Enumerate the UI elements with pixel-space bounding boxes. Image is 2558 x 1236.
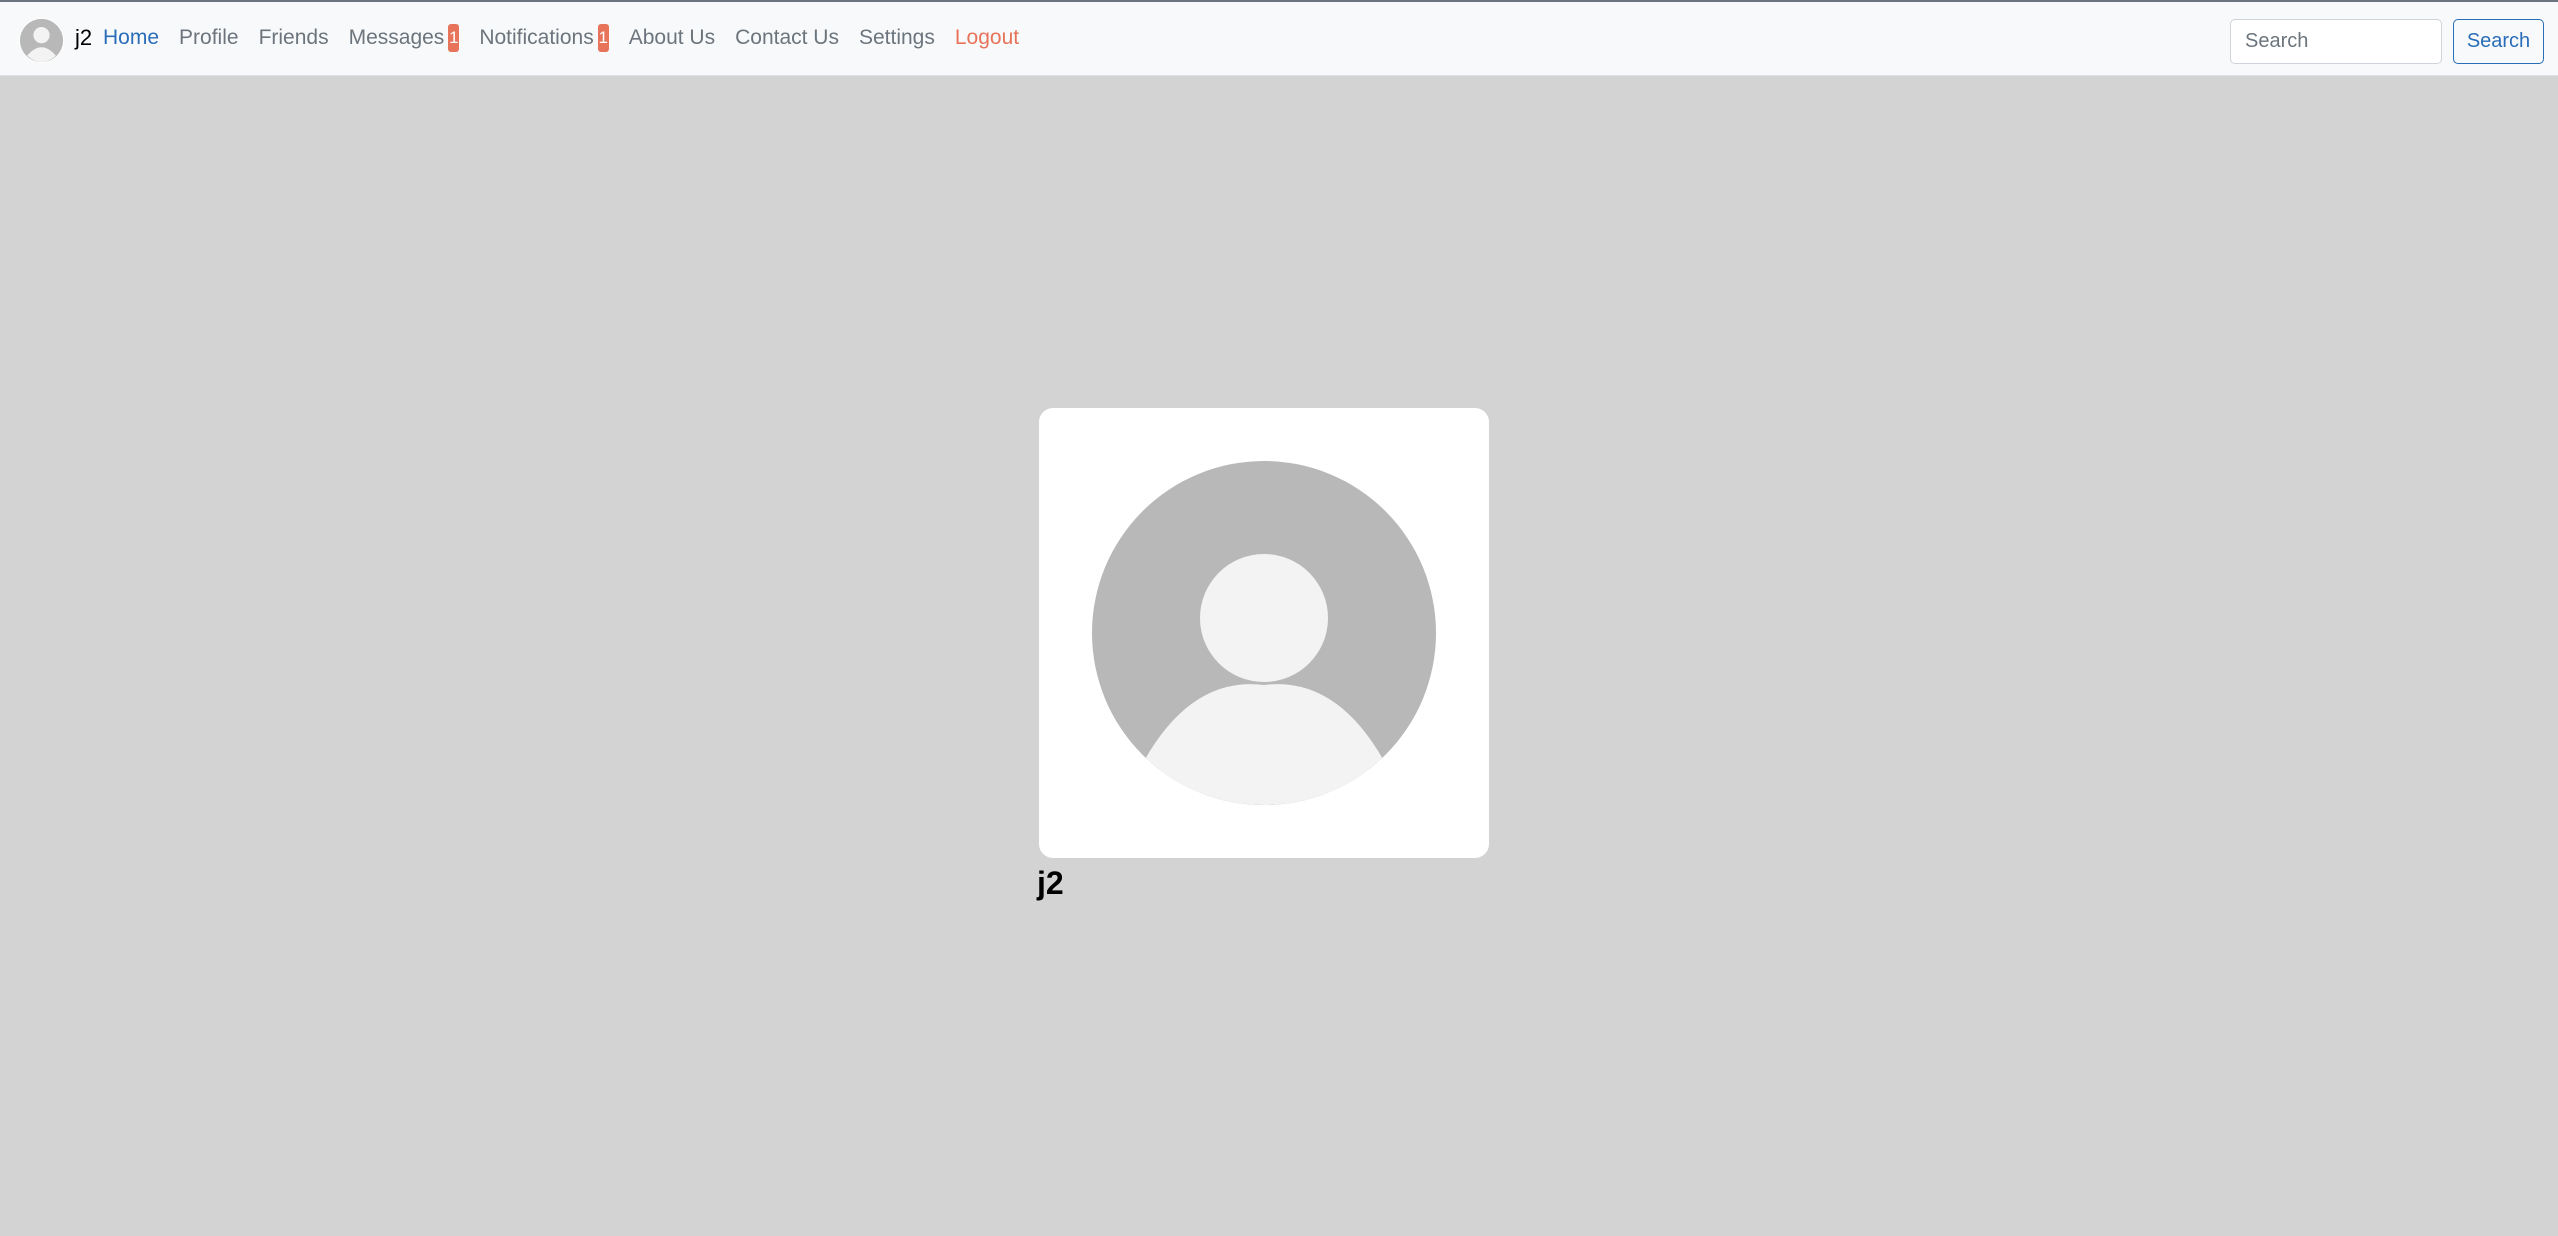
profile-username: j2 bbox=[1037, 865, 1064, 901]
default-user-avatar-icon bbox=[1092, 461, 1436, 805]
nav-contact-link[interactable]: Contact Us bbox=[735, 24, 839, 52]
nav-profile-link[interactable]: Profile bbox=[179, 24, 239, 52]
nav-about-link[interactable]: About Us bbox=[629, 24, 715, 52]
nav-notifications-link[interactable]: Notifications 1 bbox=[479, 24, 609, 52]
notifications-count-badge: 1 bbox=[597, 24, 609, 52]
top-navbar: j2 Home Profile Friends Messages 1 Notifi… bbox=[0, 0, 2558, 76]
nav-notifications-label: Notifications bbox=[479, 26, 594, 49]
search-input[interactable] bbox=[2230, 19, 2442, 64]
nav-settings-label: Settings bbox=[858, 26, 935, 49]
nav-logout-label: Logout bbox=[954, 26, 1020, 49]
nav-friends-link[interactable]: Friends bbox=[259, 24, 329, 52]
nav-links: Home Profile Friends Messages 1 Notificat… bbox=[103, 24, 1039, 52]
profile-picture-card bbox=[1039, 408, 1489, 858]
nav-home-label: Home bbox=[103, 26, 160, 49]
navbar-username[interactable]: j2 bbox=[75, 24, 92, 52]
nav-profile-label: Profile bbox=[179, 26, 239, 49]
messages-count-badge: 1 bbox=[448, 24, 460, 52]
nav-messages-label: Messages bbox=[348, 26, 445, 49]
nav-about-label: About Us bbox=[628, 26, 716, 49]
nav-settings-link[interactable]: Settings bbox=[859, 24, 935, 52]
nav-friends-label: Friends bbox=[258, 26, 329, 49]
nav-messages-link[interactable]: Messages 1 bbox=[349, 24, 460, 52]
nav-contact-label: Contact Us bbox=[735, 26, 839, 49]
user-avatar-icon[interactable] bbox=[19, 18, 64, 63]
nav-logout-link[interactable]: Logout bbox=[955, 24, 1019, 52]
search-button[interactable]: Search bbox=[2453, 19, 2544, 64]
nav-home-link[interactable]: Home bbox=[103, 24, 159, 52]
